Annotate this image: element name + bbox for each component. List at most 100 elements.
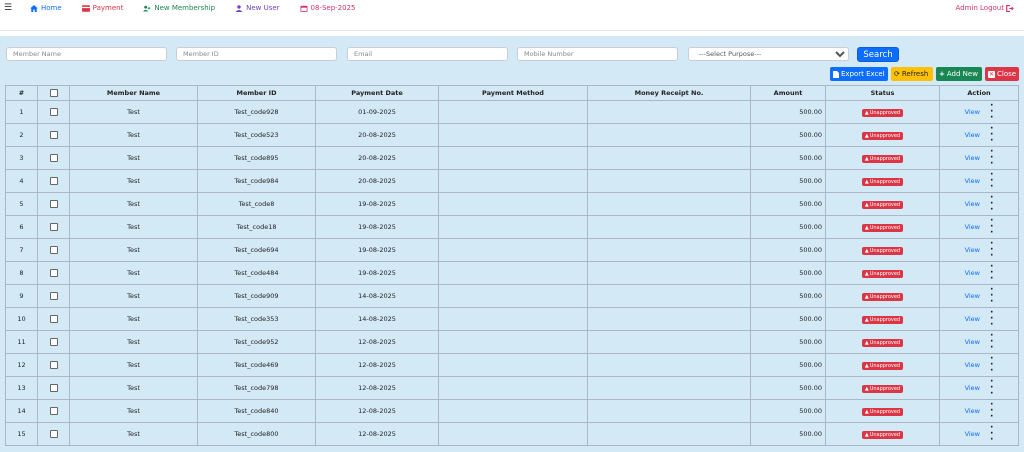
export-excel-label: Export Excel: [841, 70, 885, 78]
view-link[interactable]: View: [965, 361, 980, 369]
view-link[interactable]: View: [965, 430, 980, 438]
add-new-button[interactable]: + Add New: [936, 67, 982, 81]
row-checkbox[interactable]: [49, 315, 58, 323]
row-number: 5: [5, 192, 38, 216]
status-badge: ▲Unapproved: [861, 223, 904, 232]
row-checkbox[interactable]: [49, 384, 58, 392]
row-checkbox[interactable]: [49, 200, 58, 208]
status-cell: ▲Unapproved: [825, 146, 940, 170]
table-row: 7 Test Test_code694 19-08-2025 500.00 ▲Unappr…: [5, 238, 1019, 262]
email-input[interactable]: [347, 47, 508, 61]
row-checkbox[interactable]: [49, 361, 58, 369]
view-link[interactable]: View: [965, 200, 980, 208]
more-options-icon[interactable]: · · ·: [990, 332, 993, 353]
warning-icon: ▲: [864, 178, 869, 185]
member-id-cell: Test_code353: [197, 307, 316, 331]
view-link[interactable]: View: [965, 177, 980, 185]
view-link[interactable]: View: [965, 407, 980, 415]
nav-home-label: Home: [41, 4, 62, 12]
admin-logout-link[interactable]: Admin Logout: [955, 4, 1014, 12]
row-number: 4: [5, 169, 38, 193]
payment-date-cell: 01-09-2025: [315, 100, 439, 124]
close-button[interactable]: ✕ Close: [985, 67, 1019, 81]
status-cell: ▲Unapproved: [825, 330, 940, 354]
hamburger-menu-icon[interactable]: ☰: [4, 3, 12, 13]
member-name-cell: Test: [69, 238, 198, 262]
select-all-checkbox[interactable]: [49, 89, 58, 97]
payment-date-cell: 12-08-2025: [315, 399, 439, 423]
amount-cell: 500.00: [750, 284, 826, 308]
payment-date-cell: 20-08-2025: [315, 169, 439, 193]
nav-home-link[interactable]: Home: [30, 4, 62, 12]
table-row: 12 Test Test_code469 12-08-2025 500.00 ▲Unapp…: [5, 353, 1019, 377]
more-options-icon[interactable]: · · ·: [990, 125, 993, 146]
plus-icon: +: [939, 70, 945, 78]
row-checkbox[interactable]: [49, 223, 58, 231]
view-link[interactable]: View: [965, 246, 980, 254]
view-link[interactable]: View: [965, 223, 980, 231]
payment-date-cell: 19-08-2025: [315, 238, 439, 262]
purpose-select[interactable]: ---Select Purpose---: [688, 47, 849, 61]
view-link[interactable]: View: [965, 315, 980, 323]
nav-new-user-link[interactable]: New User: [235, 4, 280, 12]
more-options-icon[interactable]: · · ·: [990, 424, 993, 445]
more-options-icon[interactable]: · · ·: [990, 217, 993, 238]
member-name-input[interactable]: [6, 47, 167, 61]
view-link[interactable]: View: [965, 108, 980, 116]
more-options-icon[interactable]: · · ·: [990, 401, 993, 422]
view-link[interactable]: View: [965, 131, 980, 139]
payment-date-cell: 12-08-2025: [315, 376, 439, 400]
more-options-icon[interactable]: · · ·: [990, 263, 993, 284]
status-badge: ▲Unapproved: [861, 131, 904, 140]
payment-date-cell: 12-08-2025: [315, 330, 439, 354]
row-checkbox[interactable]: [49, 108, 58, 116]
more-options-icon[interactable]: · · ·: [990, 378, 993, 399]
table-body: 1 Test Test_code928 01-09-2025 500.00 ▲Unappr…: [5, 100, 1019, 446]
payment-method-cell: [438, 146, 588, 170]
view-link[interactable]: View: [965, 154, 980, 162]
refresh-label: Refresh: [901, 70, 929, 78]
header-select-all[interactable]: [37, 85, 70, 101]
nav-new-membership-link[interactable]: New Membership: [143, 4, 215, 12]
more-options-icon[interactable]: · · ·: [990, 171, 993, 192]
row-checkbox[interactable]: [49, 154, 58, 162]
more-options-icon[interactable]: · · ·: [990, 240, 993, 261]
row-checkbox[interactable]: [49, 177, 58, 185]
action-cell: View · · ·: [939, 215, 1019, 239]
status-badge: ▲Unapproved: [861, 177, 904, 186]
nav-date: 08-Sep-2025: [300, 4, 356, 12]
member-id-input[interactable]: [176, 47, 337, 61]
row-checkbox[interactable]: [49, 131, 58, 139]
row-checkbox[interactable]: [49, 407, 58, 415]
status-label: Unapproved: [869, 201, 901, 208]
row-checkbox[interactable]: [49, 292, 58, 300]
row-checkbox[interactable]: [49, 338, 58, 346]
view-link[interactable]: View: [965, 338, 980, 346]
payment-date-cell: 12-08-2025: [315, 422, 439, 446]
row-number: 2: [5, 123, 38, 147]
status-label: Unapproved: [869, 293, 901, 300]
more-options-icon[interactable]: · · ·: [990, 355, 993, 376]
row-checkbox[interactable]: [49, 246, 58, 254]
member-id-cell: Test_code909: [197, 284, 316, 308]
row-checkbox[interactable]: [49, 430, 58, 438]
amount-cell: 500.00: [750, 238, 826, 262]
view-link[interactable]: View: [965, 269, 980, 277]
amount-cell: 500.00: [750, 399, 826, 423]
export-excel-button[interactable]: Export Excel: [830, 67, 888, 81]
status-label: Unapproved: [869, 316, 901, 323]
payment-date-cell: 14-08-2025: [315, 307, 439, 331]
view-link[interactable]: View: [965, 384, 980, 392]
more-options-icon[interactable]: · · ·: [990, 148, 993, 169]
more-options-icon[interactable]: · · ·: [990, 309, 993, 330]
row-checkbox[interactable]: [49, 269, 58, 277]
nav-payment-link[interactable]: Payment: [81, 4, 123, 12]
more-options-icon[interactable]: · · ·: [990, 194, 993, 215]
status-label: Unapproved: [869, 224, 901, 231]
view-link[interactable]: View: [965, 292, 980, 300]
search-button[interactable]: Search: [857, 47, 899, 62]
mobile-number-input[interactable]: [517, 47, 678, 61]
more-options-icon[interactable]: · · ·: [990, 102, 993, 123]
more-options-icon[interactable]: · · ·: [990, 286, 993, 307]
refresh-button[interactable]: ⟳ Refresh: [891, 67, 933, 81]
